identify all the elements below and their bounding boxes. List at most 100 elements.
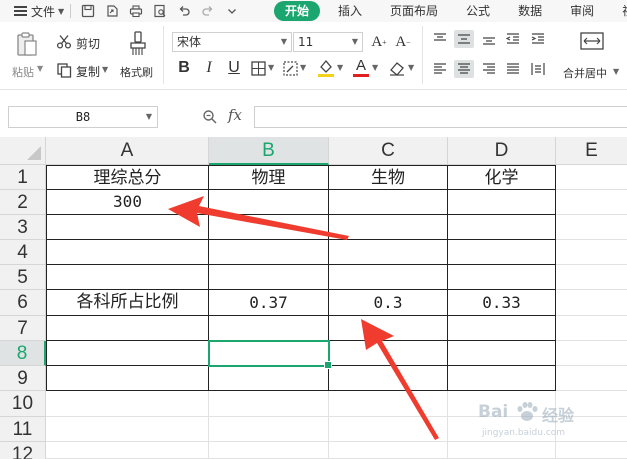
tab-data[interactable]: 数据 xyxy=(508,1,552,21)
cell-d4[interactable] xyxy=(448,240,556,265)
row-header-6[interactable]: 6 xyxy=(0,290,46,316)
file-menu[interactable]: 文件 ▼ xyxy=(0,0,64,22)
export-icon[interactable] xyxy=(105,4,119,18)
column-header-e[interactable]: E xyxy=(556,137,627,165)
cell-b3[interactable] xyxy=(209,215,329,240)
cell-d6[interactable]: 0.33 xyxy=(448,290,556,316)
cell-e4[interactable] xyxy=(556,240,627,265)
font-color-icon[interactable]: A xyxy=(352,56,370,78)
cell-d5[interactable] xyxy=(448,265,556,290)
column-header-d[interactable]: D xyxy=(448,137,556,165)
row-header-4[interactable]: 4 xyxy=(0,240,46,265)
merge-center-button[interactable]: 合并居中 xyxy=(563,65,607,81)
print-preview-icon[interactable] xyxy=(153,4,167,18)
cell-c6[interactable]: 0.3 xyxy=(329,290,448,316)
zoom-icon[interactable] xyxy=(202,109,218,125)
merge-cells-icon[interactable] xyxy=(580,32,604,50)
tab-page-layout[interactable]: 页面布局 xyxy=(380,1,448,21)
cell-a1[interactable]: 理综总分 xyxy=(46,165,209,190)
align-left-icon[interactable] xyxy=(432,62,448,76)
cell-a9[interactable] xyxy=(46,366,209,391)
cell-c10[interactable] xyxy=(329,391,448,417)
tab-review[interactable]: 审阅 xyxy=(560,1,604,21)
chevron-down-icon[interactable]: ▼ xyxy=(268,63,274,72)
format-painter-button[interactable]: 格式刷 xyxy=(120,64,153,80)
function-icon[interactable]: fx xyxy=(228,106,242,124)
distributed-align-icon[interactable] xyxy=(530,62,546,76)
cell-a5[interactable] xyxy=(46,265,209,290)
cell-style-icon[interactable] xyxy=(282,60,298,76)
cell-d8[interactable] xyxy=(448,341,556,366)
cell-c11[interactable] xyxy=(329,417,448,442)
align-top-icon[interactable] xyxy=(432,32,448,46)
cell-e1[interactable] xyxy=(556,165,627,190)
justify-icon[interactable] xyxy=(505,62,521,76)
cell-a8[interactable] xyxy=(46,341,209,366)
align-right-icon[interactable] xyxy=(481,62,497,76)
decrease-indent-icon[interactable] xyxy=(505,32,521,46)
row-header-12[interactable]: 12 xyxy=(0,442,46,459)
cell-b10[interactable] xyxy=(209,391,329,417)
cell-d3[interactable] xyxy=(448,215,556,240)
chevron-down-icon[interactable]: ▼ xyxy=(37,64,43,73)
cell-d7[interactable] xyxy=(448,316,556,341)
cell-c2[interactable] xyxy=(329,190,448,215)
cell-b11[interactable] xyxy=(209,417,329,442)
cell-b4[interactable] xyxy=(209,240,329,265)
underline-icon[interactable]: U xyxy=(226,58,242,78)
copy-button[interactable]: 复制 xyxy=(76,63,100,80)
clear-format-icon[interactable] xyxy=(388,59,406,77)
bold-icon[interactable]: B xyxy=(176,58,192,78)
cell-b5[interactable] xyxy=(209,265,329,290)
cell-d2[interactable] xyxy=(448,190,556,215)
tab-view[interactable]: 视图 xyxy=(612,1,627,21)
italic-icon[interactable]: I xyxy=(202,58,216,78)
cell-a12[interactable] xyxy=(46,442,209,459)
cell-d1[interactable]: 化学 xyxy=(448,165,556,190)
cell-a7[interactable] xyxy=(46,316,209,341)
row-header-1[interactable]: 1 xyxy=(0,165,46,190)
tab-insert[interactable]: 插入 xyxy=(328,1,372,21)
cell-a6[interactable]: 各科所占比例 xyxy=(46,290,209,316)
chevron-down-icon[interactable]: ▼ xyxy=(300,63,306,72)
cell-a4[interactable] xyxy=(46,240,209,265)
cell-e5[interactable] xyxy=(556,265,627,290)
column-header-a[interactable]: A xyxy=(46,137,209,165)
cell-c4[interactable] xyxy=(329,240,448,265)
align-center-icon[interactable] xyxy=(454,60,474,78)
cell-c7[interactable] xyxy=(329,316,448,341)
align-bottom-icon[interactable] xyxy=(481,32,497,46)
chevron-down-icon[interactable]: ▼ xyxy=(372,63,378,72)
cell-b6[interactable]: 0.37 xyxy=(209,290,329,316)
chevron-down-icon[interactable]: ▼ xyxy=(337,63,343,72)
name-box[interactable]: B8 ▼ xyxy=(8,106,158,128)
cell-e6[interactable] xyxy=(556,290,627,316)
chevron-down-icon[interactable]: ▼ xyxy=(613,67,619,76)
row-header-11[interactable]: 11 xyxy=(0,417,46,442)
cell-a3[interactable] xyxy=(46,215,209,240)
cell-e8[interactable] xyxy=(556,341,627,366)
increase-indent-icon[interactable] xyxy=(530,32,546,46)
cell-a11[interactable] xyxy=(46,417,209,442)
formula-input[interactable] xyxy=(254,106,627,128)
cell-b2[interactable] xyxy=(209,190,329,215)
row-header-5[interactable]: 5 xyxy=(0,265,46,290)
customize-toolbar-icon[interactable] xyxy=(225,4,239,18)
cell-b7[interactable] xyxy=(209,316,329,341)
save-icon[interactable] xyxy=(81,4,95,18)
chevron-down-icon[interactable]: ▼ xyxy=(102,65,108,74)
row-header-2[interactable]: 2 xyxy=(0,190,46,215)
cell-e3[interactable] xyxy=(556,215,627,240)
decrease-font-size-icon[interactable]: A − xyxy=(394,32,412,52)
row-header-10[interactable]: 10 xyxy=(0,391,46,417)
redo-icon[interactable] xyxy=(201,4,215,18)
cell-b1[interactable]: 物理 xyxy=(209,165,329,190)
cell-c3[interactable] xyxy=(329,215,448,240)
select-all-corner[interactable] xyxy=(0,137,46,165)
tab-home[interactable]: 开始 xyxy=(274,1,321,21)
cell-c8[interactable] xyxy=(329,341,448,366)
cell-c9[interactable] xyxy=(329,366,448,391)
cell-a10[interactable] xyxy=(46,391,209,417)
cell-e7[interactable] xyxy=(556,316,627,341)
align-middle-icon[interactable] xyxy=(454,30,474,48)
